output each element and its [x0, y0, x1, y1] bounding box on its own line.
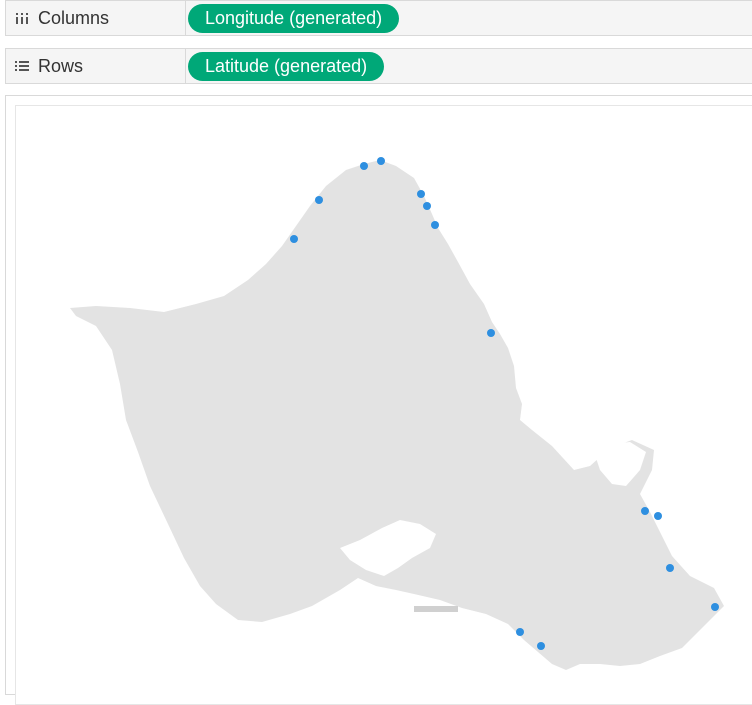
map-point[interactable]	[516, 628, 524, 636]
map-point[interactable]	[431, 221, 439, 229]
map-point[interactable]	[377, 157, 385, 165]
map-point[interactable]	[641, 507, 649, 515]
map-point[interactable]	[666, 564, 674, 572]
map-point[interactable]	[654, 512, 662, 520]
map-canvas	[70, 157, 724, 670]
map-point[interactable]	[711, 603, 719, 611]
map-point[interactable]	[290, 235, 298, 243]
map-point[interactable]	[487, 329, 495, 337]
map-point[interactable]	[315, 196, 323, 204]
map-point[interactable]	[360, 162, 368, 170]
island-shape	[70, 160, 724, 670]
airport-runway	[414, 606, 458, 612]
map-point[interactable]	[423, 202, 431, 210]
map-point[interactable]	[537, 642, 545, 650]
map-point[interactable]	[417, 190, 425, 198]
